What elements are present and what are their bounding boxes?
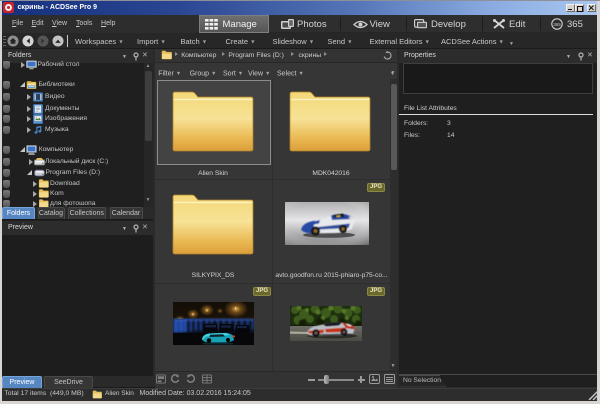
svg-text:365: 365 — [553, 22, 561, 27]
